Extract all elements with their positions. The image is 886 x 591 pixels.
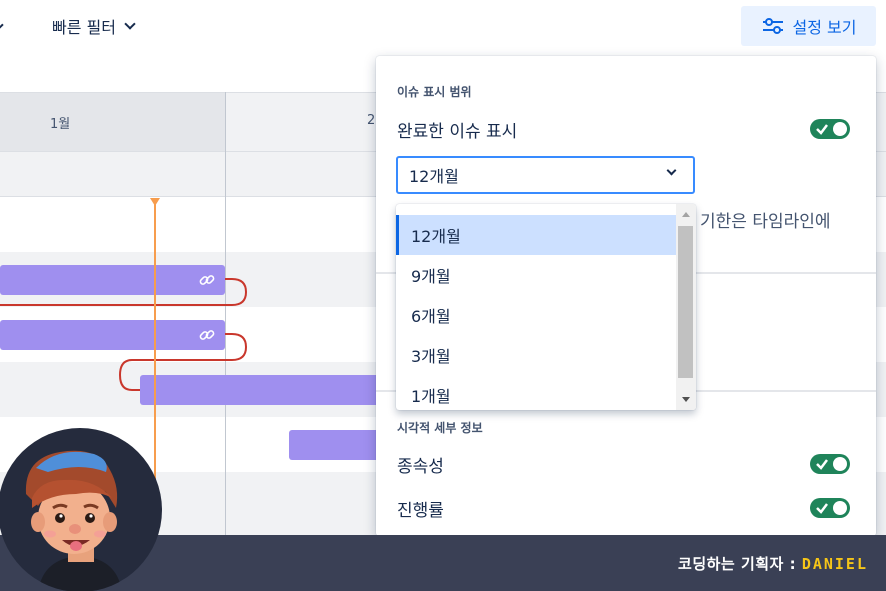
timeline-bar[interactable]: [140, 375, 380, 405]
view-settings-button[interactable]: 설정 보기: [741, 6, 876, 46]
show-completed-toggle[interactable]: [810, 119, 850, 139]
range-option-3m[interactable]: 3개월: [396, 335, 676, 375]
dependencies-toggle[interactable]: [810, 454, 850, 474]
range-option-12m[interactable]: 12개월: [396, 215, 676, 255]
show-completed-label: 완료한 이슈 표시: [397, 122, 518, 142]
issue-scope-section-title: 이슈 표시 범위: [397, 85, 472, 99]
progress-toggle[interactable]: [810, 498, 850, 518]
scroll-up-arrow-icon[interactable]: [682, 212, 690, 217]
range-option-9m[interactable]: 9개월: [396, 255, 676, 295]
timeline-bar[interactable]: [0, 265, 225, 295]
quick-filter-dropdown[interactable]: 빠른 필터: [52, 14, 136, 38]
due-date-hint-text: 기한은 타임라인에: [700, 212, 831, 232]
check-icon: [816, 124, 828, 135]
today-marker-tip: [150, 198, 160, 206]
chevron-down-icon: [124, 18, 136, 30]
dependencies-label: 종속성: [397, 457, 444, 477]
link-icon: [199, 330, 215, 340]
timeline-bar[interactable]: [289, 430, 380, 460]
range-option-6m[interactable]: 6개월: [396, 295, 676, 335]
avatar-illustration: [25, 450, 122, 591]
chevron-down-icon: [666, 165, 677, 176]
link-icon: [199, 275, 215, 285]
sliders-icon: [762, 18, 783, 34]
issue-range-value: 12개월: [409, 167, 459, 186]
scroll-down-arrow-icon[interactable]: [682, 397, 690, 402]
brand-prefix: 코딩하는 기획자 :: [678, 555, 802, 573]
quick-filter-label: 빠른 필터: [52, 18, 116, 37]
range-option-1m[interactable]: 1개월: [396, 375, 676, 410]
timeline-bar[interactable]: [0, 320, 225, 350]
avatar: [0, 428, 162, 591]
channel-brand: 코딩하는 기획자 : DANIEL: [678, 553, 868, 574]
dropdown-scrollbar[interactable]: [676, 204, 696, 410]
check-icon: [816, 503, 828, 514]
issue-range-dropdown: 12개월 9개월 6개월 3개월 1개월: [396, 204, 696, 410]
check-icon: [816, 459, 828, 470]
visual-details-section-title: 시각적 세부 정보: [397, 421, 483, 435]
issue-range-select[interactable]: 12개월: [396, 156, 695, 194]
chevron-down-icon[interactable]: [0, 18, 4, 33]
progress-label: 진행률: [397, 501, 444, 521]
view-settings-label: 설정 보기: [792, 18, 857, 37]
scrollbar-thumb[interactable]: [678, 226, 693, 378]
brand-name: DANIEL: [801, 555, 868, 573]
toolbar: 빠른 필터 설정 보기: [0, 0, 886, 56]
